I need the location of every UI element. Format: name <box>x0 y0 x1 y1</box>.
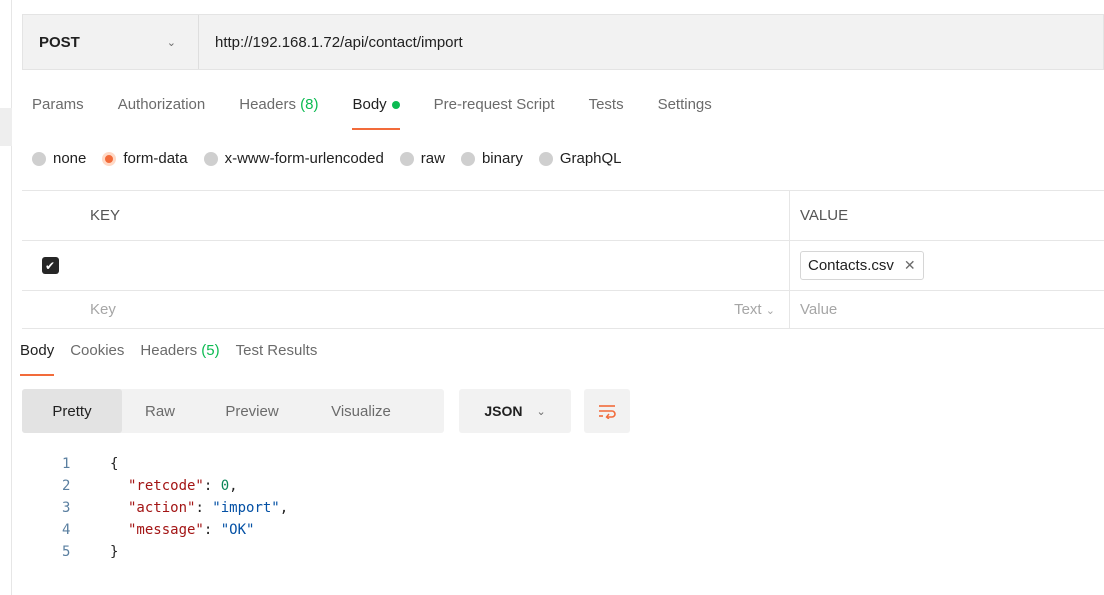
radio-selected-icon <box>102 151 117 166</box>
json-value: "import" <box>212 500 280 516</box>
line-number: 3 <box>62 500 71 516</box>
json-value: "OK" <box>220 522 255 538</box>
view-visualize[interactable]: Visualize <box>306 389 416 433</box>
close-brace: } <box>110 544 119 560</box>
view-raw[interactable]: Raw <box>122 389 198 433</box>
file-chip: Contacts.csv ✕ <box>800 251 924 280</box>
tab-body[interactable]: Body <box>352 96 400 130</box>
tab-response-headers[interactable]: Headers (5) <box>140 342 219 376</box>
key-column-header: KEY <box>78 191 790 240</box>
body-type-graphql[interactable]: GraphQL <box>538 150 622 167</box>
code-line: 4 "message": "OK" <box>22 519 288 541</box>
table-header: KEY VALUE <box>22 191 1104 241</box>
value-column-header: VALUE <box>800 207 849 224</box>
headers-count: (8) <box>300 96 319 113</box>
sidebar-edge <box>0 0 12 595</box>
open-brace: { <box>110 456 119 472</box>
chevron-down-icon: ⌄ <box>765 305 775 317</box>
chevron-down-icon: ⌄ <box>166 36 176 49</box>
format-select[interactable]: JSON ⌄ <box>459 389 571 433</box>
wrap-lines-button[interactable] <box>584 389 630 433</box>
body-type-none[interactable]: none <box>32 150 86 167</box>
json-key: "action" <box>128 500 196 516</box>
json-value: 0 <box>220 478 230 494</box>
code-line: 3 "action": "import", <box>22 497 288 519</box>
value-input[interactable]: Value <box>800 301 837 318</box>
tab-cookies[interactable]: Cookies <box>70 342 124 376</box>
radio-icon <box>399 151 414 166</box>
tab-settings[interactable]: Settings <box>658 96 712 130</box>
response-tabs: Body Cookies Headers (5) Test Results <box>20 342 333 376</box>
code-line: 1 { <box>22 453 288 475</box>
method-select[interactable]: POST ⌄ <box>23 15 199 69</box>
type-select[interactable]: Text ⌄ <box>734 301 775 318</box>
body-type-form-data[interactable]: form-data <box>102 150 188 167</box>
file-name: Contacts.csv <box>808 257 894 274</box>
line-number: 2 <box>62 478 71 494</box>
method-label: POST <box>39 33 80 51</box>
sidebar-marker <box>0 108 12 146</box>
new-row: Key Text ⌄ Value <box>22 291 1104 329</box>
request-tabs: Params Authorization Headers (8) Body Pr… <box>32 96 746 132</box>
line-number: 5 <box>62 544 71 560</box>
code-line: 2 "retcode": 0, <box>22 475 288 497</box>
response-code: 1 { 2 "retcode": 0, 3 "action": "import"… <box>22 453 288 563</box>
body-indicator-dot-icon <box>391 101 400 110</box>
url-bar: POST ⌄ http://192.168.1.72/api/contact/i… <box>22 14 1104 70</box>
line-number: 4 <box>62 522 71 538</box>
wrap-lines-icon <box>599 405 616 419</box>
view-preview[interactable]: Preview <box>198 389 306 433</box>
body-type-binary[interactable]: binary <box>460 150 523 167</box>
tab-headers[interactable]: Headers (8) <box>239 96 318 130</box>
tab-params[interactable]: Params <box>32 96 84 130</box>
radio-icon <box>32 151 46 166</box>
json-key: "message" <box>128 522 204 538</box>
key-input[interactable]: Key <box>90 301 116 318</box>
tab-response-body[interactable]: Body <box>20 342 55 376</box>
line-number: 1 <box>62 456 71 472</box>
tab-authorization[interactable]: Authorization <box>118 96 206 130</box>
response-headers-count: (5) <box>201 342 220 359</box>
json-key: "retcode" <box>128 478 204 494</box>
row-checkbox[interactable]: ✔ <box>41 257 59 274</box>
radio-icon <box>460 151 475 166</box>
key-cell[interactable] <box>78 241 790 290</box>
close-icon[interactable]: ✕ <box>904 257 916 274</box>
body-type-urlencoded[interactable]: x-www-form-urlencoded <box>203 150 384 167</box>
tab-pre-request-script[interactable]: Pre-request Script <box>434 96 555 130</box>
radio-icon <box>538 151 553 166</box>
view-pretty[interactable]: Pretty <box>22 389 122 433</box>
tab-test-results[interactable]: Test Results <box>236 342 318 376</box>
form-data-table: KEY VALUE ✔ Contacts.csv ✕ Key Text ⌄ Va… <box>22 190 1104 329</box>
view-mode-group: Pretty Raw Preview Visualize <box>22 389 444 433</box>
tab-tests[interactable]: Tests <box>589 96 624 130</box>
table-row: ✔ Contacts.csv ✕ <box>22 241 1104 291</box>
url-input[interactable]: http://192.168.1.72/api/contact/import <box>199 34 463 51</box>
radio-icon <box>203 151 218 166</box>
code-line: 5 } <box>22 541 288 563</box>
body-type-raw[interactable]: raw <box>399 150 445 167</box>
body-type-selector: none form-data x-www-form-urlencoded raw… <box>32 150 638 167</box>
chevron-down-icon: ⌄ <box>536 405 546 418</box>
